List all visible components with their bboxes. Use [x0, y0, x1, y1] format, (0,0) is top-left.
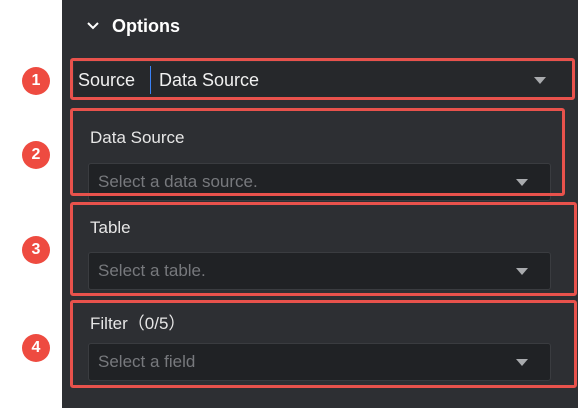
highlight-box-2	[70, 108, 565, 196]
chevron-down-icon	[84, 17, 102, 35]
highlight-box-1	[70, 58, 575, 100]
highlight-box-3	[70, 202, 577, 296]
step-badge-4: 4	[22, 334, 50, 362]
step-badge-3: 3	[22, 236, 50, 264]
options-title: Options	[112, 15, 180, 36]
highlight-box-4	[70, 300, 577, 388]
step-badge-2: 2	[22, 141, 50, 169]
options-header[interactable]: Options	[84, 12, 180, 40]
step-badge-1: 1	[22, 67, 50, 95]
